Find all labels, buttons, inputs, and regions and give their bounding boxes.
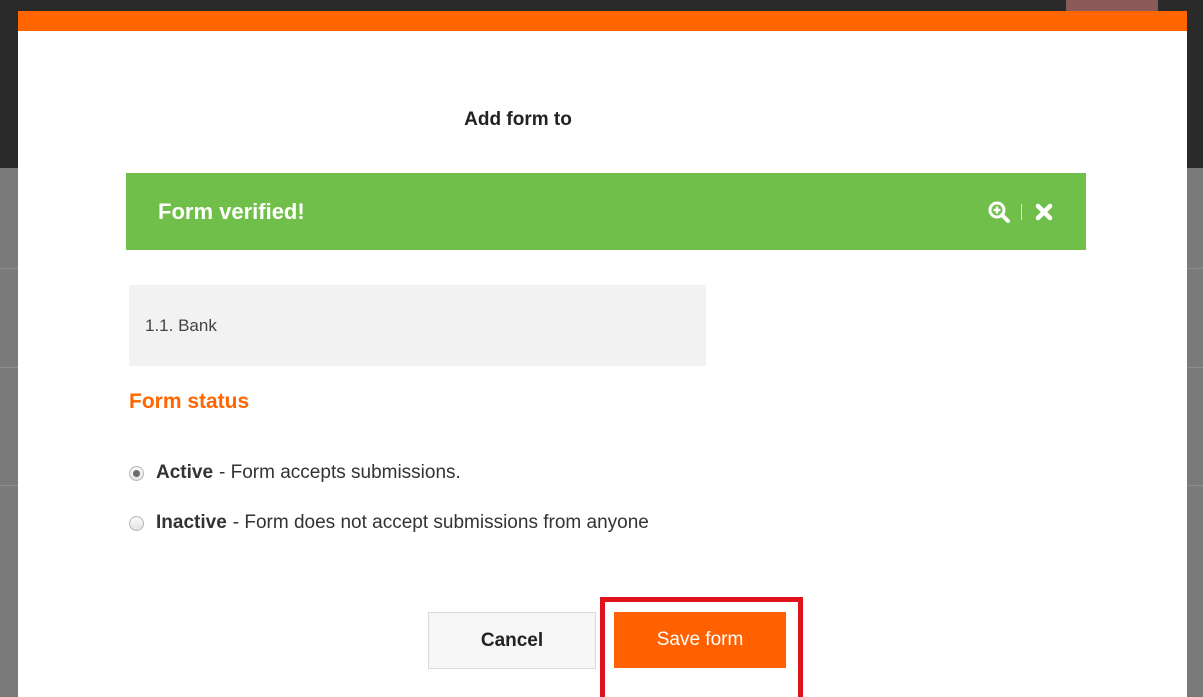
active-description: - Form accepts submissions. — [219, 462, 461, 483]
modal-title: Add form to — [464, 109, 572, 130]
cancel-button[interactable]: Cancel — [428, 612, 596, 669]
save-form-button[interactable]: Save form — [614, 612, 786, 668]
form-status-heading: Form status — [129, 390, 250, 413]
active-radio[interactable] — [129, 465, 144, 481]
form-name-field: 1.1. Bank — [129, 285, 706, 366]
banner-text: Form verified! — [158, 198, 305, 224]
inactive-radio[interactable] — [129, 515, 144, 531]
add-form-modal: Add form to Form verified! 1.1. Bank For… — [18, 11, 1187, 697]
status-option-active[interactable]: Active - Form accepts submissions. — [129, 462, 461, 484]
close-icon[interactable] — [1032, 200, 1056, 224]
banner-separator — [1021, 203, 1022, 220]
verified-banner: Form verified! — [126, 173, 1086, 250]
zoom-in-icon[interactable] — [987, 200, 1011, 224]
status-option-inactive[interactable]: Inactive - Form does not accept submissi… — [129, 512, 649, 534]
banner-tools — [987, 173, 1056, 250]
inactive-description: - Form does not accept submissions from … — [232, 512, 649, 533]
active-label: Active — [156, 462, 214, 483]
inactive-label: Inactive — [156, 512, 227, 533]
